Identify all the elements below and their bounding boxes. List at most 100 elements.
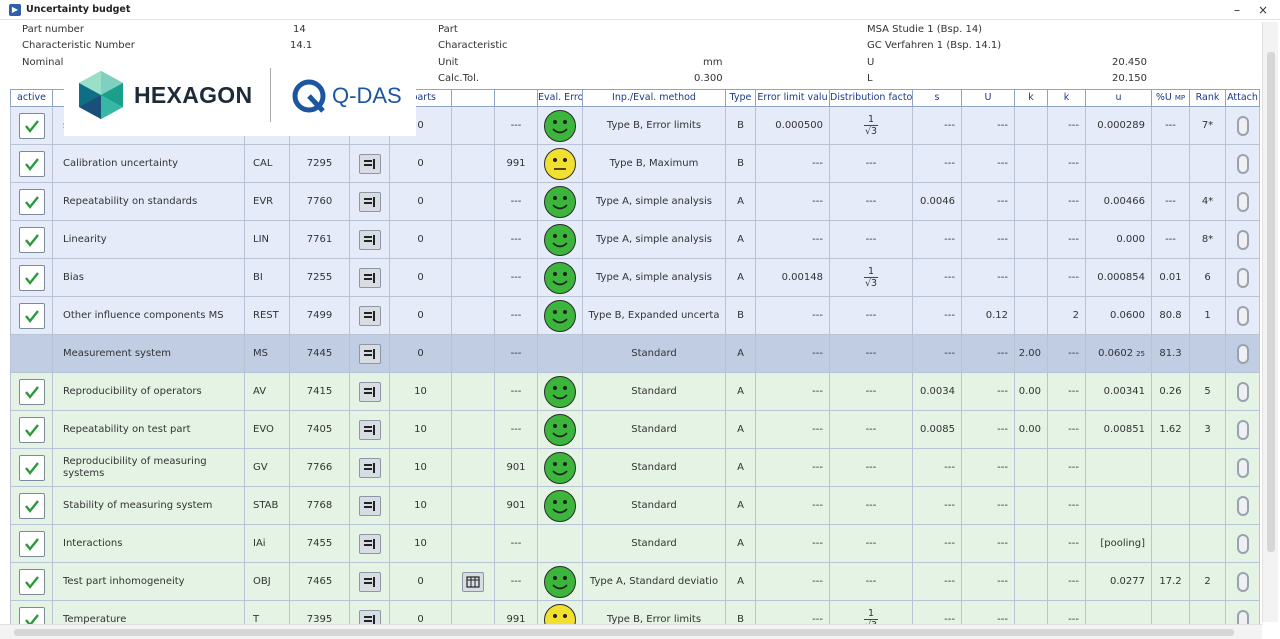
evaluation-tool-button[interactable] [358,343,381,364]
table-row[interactable]: Reproducibility of operators AV 7415 10 --- S… [10,373,1260,411]
column-header[interactable] [452,89,495,107]
column-header[interactable]: active [10,89,53,107]
active-checkbox[interactable] [18,568,45,595]
standard-uncertainty-value: [pooling] [1086,525,1152,563]
column-header[interactable]: Distribution facto [830,89,913,107]
column-header[interactable]: Eval. Erro [538,89,583,107]
active-checkbox[interactable] [18,264,45,291]
table-row[interactable]: Reproducibility of measuring systems GV 77… [10,449,1260,487]
fraction-numerator: 1 [863,608,879,620]
column-header[interactable]: k [1015,89,1048,107]
table-row[interactable]: Linearity LIN 7761 0 --- Type A, simple analy… [10,221,1260,259]
column-header[interactable]: Type [726,89,756,107]
column-header[interactable]: s [913,89,962,107]
paperclip-icon[interactable] [1236,229,1249,250]
active-checkbox[interactable] [18,150,45,177]
evaluation-tool-button[interactable] [358,495,381,516]
active-checkbox[interactable] [18,378,45,405]
data-table-button[interactable] [462,571,484,592]
evaluation-tool-button[interactable] [358,191,381,212]
paperclip-icon[interactable] [1236,533,1249,554]
happy-smiley-icon[interactable] [543,413,577,447]
happy-smiley-icon[interactable] [543,565,577,599]
rank: 3 [1190,411,1226,449]
u-value: 0.000289 [1097,120,1145,131]
column-header[interactable]: u [1086,89,1152,107]
component-code: GV [245,449,290,487]
parts-count: 10 [390,449,452,487]
paperclip-icon[interactable] [1236,267,1249,288]
expanded-uncertainty-value: --- [962,145,1015,183]
paperclip-icon[interactable] [1236,153,1249,174]
evaluation-tool-button[interactable] [358,571,381,592]
active-checkbox[interactable] [18,302,45,329]
evaluation-tool-button[interactable] [358,419,381,440]
horizontal-scrollbar[interactable] [0,624,1262,639]
u-value: 0.00341 [1103,386,1145,397]
active-checkbox[interactable] [18,188,45,215]
column-header[interactable] [495,89,538,107]
column-header[interactable]: U [962,89,1015,107]
paperclip-icon[interactable] [1236,343,1249,364]
column-header[interactable]: Error limit valu [756,89,830,107]
happy-smiley-icon[interactable] [543,299,577,333]
paperclip-icon[interactable] [1236,115,1249,136]
component-name: Stability of measuring system [53,487,245,525]
horizontal-scroll-thumb[interactable] [14,629,1234,636]
active-checkbox[interactable] [18,416,45,443]
evaluation-tool-button[interactable] [358,457,381,478]
evaluation-tool-button[interactable] [358,381,381,402]
table-row[interactable]: Bias BI 7255 0 --- Type A, simple analysis A 0.… [10,259,1260,297]
paperclip-icon[interactable] [1236,571,1249,592]
table-row[interactable]: Measurement system MS 7445 0 --- Standard A ---… [10,335,1260,373]
happy-smiley-icon[interactable] [543,489,577,523]
table-row[interactable]: Repeatability on test part EVO 7405 10 --- St… [10,411,1260,449]
close-button[interactable]: × [1252,2,1274,18]
tool-cell [350,145,390,183]
evaluation-tool-button[interactable] [358,305,381,326]
parts-count: 0 [390,221,452,259]
active-checkbox[interactable] [18,454,45,481]
neutral-smiley-icon[interactable] [543,147,577,181]
active-checkbox[interactable] [18,530,45,557]
table-row[interactable]: Other influence components MS REST 7499 0 --… [10,297,1260,335]
happy-smiley-icon[interactable] [543,261,577,295]
table-row[interactable]: Repeatability on standards EVR 7760 0 --- Typ… [10,183,1260,221]
paperclip-icon[interactable] [1236,381,1249,402]
fraction-denominator: √3 [864,278,878,289]
happy-smiley-icon[interactable] [543,109,577,143]
active-checkbox[interactable] [18,492,45,519]
active-checkbox[interactable] [18,112,45,139]
paperclip-icon[interactable] [1236,191,1249,212]
vertical-scroll-thumb[interactable] [1267,52,1275,552]
column-header[interactable]: Attach [1226,89,1260,107]
tool-icon [363,538,375,549]
evaluation-tool-button[interactable] [358,533,381,554]
parts-count: 0 [390,183,452,221]
evaluation-tool-button[interactable] [358,267,381,288]
paperclip-icon[interactable] [1236,419,1249,440]
standard-uncertainty-value: 0.0602 25 [1086,335,1152,373]
happy-smiley-icon[interactable] [543,185,577,219]
table-row[interactable]: Interactions IAi 7455 10 --- Standard A --- --- -… [10,525,1260,563]
vertical-scrollbar[interactable] [1262,22,1278,622]
happy-smiley-icon[interactable] [543,451,577,485]
table-row[interactable]: Test part inhomogeneity OBJ 7465 0 --- Type A… [10,563,1260,601]
table-row[interactable]: Calibration uncertainty CAL 7295 0 991 Type B… [10,145,1260,183]
evaluation-type: B [726,107,756,145]
paperclip-icon[interactable] [1236,305,1249,326]
column-header[interactable]: Inp./Eval. method [583,89,726,107]
happy-smiley-icon[interactable] [543,223,577,257]
paperclip-icon[interactable] [1236,457,1249,478]
paperclip-icon[interactable] [1236,495,1249,516]
happy-smiley-icon[interactable] [543,375,577,409]
evaluation-tool-button[interactable] [358,229,381,250]
column-header[interactable]: Rank [1190,89,1226,107]
active-cell [10,145,53,183]
evaluation-tool-button[interactable] [358,153,381,174]
minimize-button[interactable]: – [1226,2,1248,18]
table-row[interactable]: Stability of measuring system STAB 7768 10 9… [10,487,1260,525]
active-checkbox[interactable] [18,226,45,253]
column-header[interactable]: %U MP [1152,89,1190,107]
column-header[interactable]: k [1048,89,1086,107]
